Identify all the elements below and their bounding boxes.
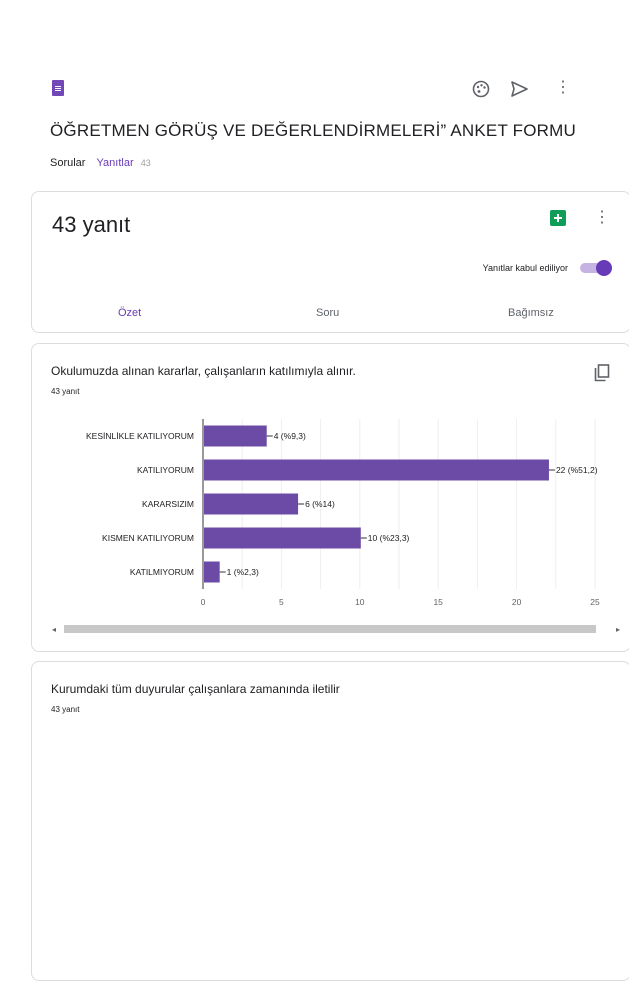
bar xyxy=(204,527,361,549)
x-tick-label: 0 xyxy=(201,597,206,607)
category-label: KATILMIYORUM xyxy=(130,567,194,577)
subtab-question[interactable]: Soru xyxy=(316,307,339,319)
category-label: KESİNLİKLE KATILIYORUM xyxy=(86,431,194,441)
question-card: Okulumuzda alınan kararlar, çalışanların… xyxy=(31,343,629,652)
tab-responses[interactable]: Yanıtlar xyxy=(97,157,134,169)
bar xyxy=(204,561,220,583)
subtab-individual[interactable]: Bağımsız xyxy=(508,307,554,319)
form-icon[interactable] xyxy=(52,80,64,96)
data-label: 1 (%2,3) xyxy=(227,567,259,577)
accepting-responses-label: Yanıtlar kabul ediliyor xyxy=(482,263,568,273)
svg-text:◂: ◂ xyxy=(52,625,56,634)
tab-questions[interactable]: Sorular xyxy=(50,157,85,169)
send-icon[interactable] xyxy=(508,78,530,100)
subtab-summary[interactable]: Özet xyxy=(118,307,141,319)
x-tick-label: 5 xyxy=(279,597,284,607)
data-label: 22 (%51,2) xyxy=(556,465,598,475)
data-label: 4 (%9,3) xyxy=(274,431,306,441)
question-title: Kurumdaki tüm duyurular çalışanlara zama… xyxy=(51,682,340,696)
x-tick-label: 20 xyxy=(512,597,522,607)
question-response-count: 43 yanıt xyxy=(51,387,80,396)
category-label: KATILIYORUM xyxy=(137,465,194,475)
x-tick-label: 15 xyxy=(433,597,443,607)
question-response-count: 43 yanıt xyxy=(51,705,80,714)
x-tick-label: 25 xyxy=(590,597,600,607)
responses-summary-card: 43 yanıt ⋮ Yanıtlar kabul ediliyor Özet … xyxy=(31,191,629,333)
bar xyxy=(204,425,267,447)
bar xyxy=(204,459,549,481)
svg-text:▸: ▸ xyxy=(616,625,620,634)
palette-icon[interactable] xyxy=(470,78,492,100)
x-tick-label: 10 xyxy=(355,597,365,607)
toggle-knob xyxy=(596,260,612,276)
category-label: KISMEN KATILIYORUM xyxy=(102,533,194,543)
sheets-icon[interactable] xyxy=(550,210,566,226)
bar xyxy=(204,493,299,515)
horizontal-scrollbar[interactable]: ◂ ▸ xyxy=(50,621,624,634)
page-title: ÖĞRETMEN GÖRÜŞ VE DEĞERLENDİRMELERİ” ANK… xyxy=(50,121,576,140)
responses-count-badge: 43 xyxy=(140,158,151,168)
category-label: KARARSIZIM xyxy=(142,499,194,509)
copy-icon[interactable] xyxy=(594,364,610,382)
accepting-responses-toggle[interactable] xyxy=(580,260,612,276)
question-card: Kurumdaki tüm duyurular çalışanlara zama… xyxy=(31,661,629,981)
question-title: Okulumuzda alınan kararlar, çalışanların… xyxy=(51,364,356,378)
form-tabs: Sorular Yanıtlar 43 xyxy=(50,157,151,169)
more-vert-icon[interactable]: ⋮ xyxy=(555,80,571,102)
bar-chart: 0 5 10 15 20 25 KESİNLİKLE KATILIYORUM 4 (%9,3)… xyxy=(86,419,600,607)
more-vert-icon[interactable]: ⋮ xyxy=(594,210,610,226)
data-label: 6 (%14) xyxy=(305,499,335,509)
data-label: 10 (%23,3) xyxy=(368,533,410,543)
response-count-title: 43 yanıt xyxy=(52,212,131,237)
